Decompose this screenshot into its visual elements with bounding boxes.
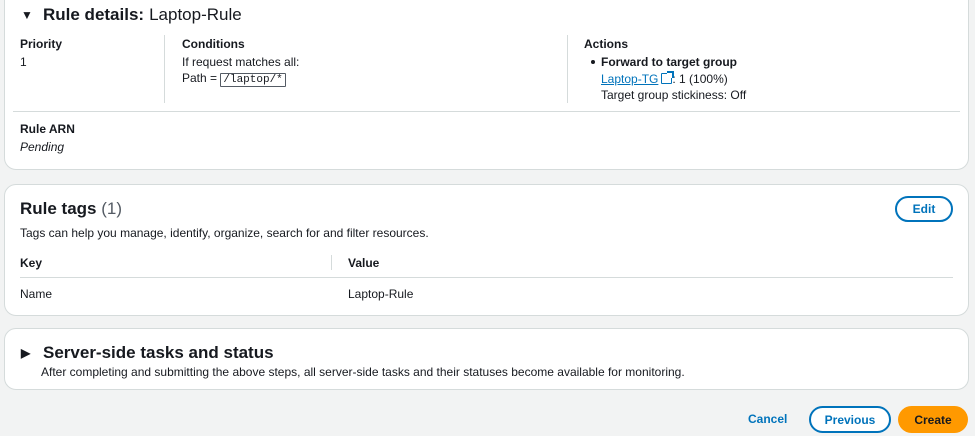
arn-value: Pending xyxy=(20,140,65,154)
divider xyxy=(13,111,960,112)
server-side-title: Server-side tasks and status xyxy=(43,343,274,362)
bullet-icon xyxy=(591,60,595,64)
server-side-toggle[interactable]: ▶ Server-side tasks and status xyxy=(21,343,274,363)
rule-details-panel: ▼ Rule details: Laptop-Rule Priority 1 C… xyxy=(4,0,969,170)
conditions-line: If request matches all: xyxy=(182,55,300,69)
rule-tags-description: Tags can help you manage, identify, orga… xyxy=(20,226,429,240)
priority-value: 1 xyxy=(20,55,27,69)
column-divider xyxy=(567,35,568,103)
actions-forward-text: Forward to target group xyxy=(601,55,737,69)
tag-key-cell: Name xyxy=(20,287,53,301)
previous-button[interactable]: Previous xyxy=(809,406,891,433)
tag-value-cell: Laptop-Rule xyxy=(348,287,414,301)
actions-stickiness: Target group stickiness: Off xyxy=(601,88,747,102)
edit-tags-button[interactable]: Edit xyxy=(895,196,953,222)
cancel-button[interactable]: Cancel xyxy=(748,412,787,426)
rule-details-toggle[interactable]: ▼ Rule details: Laptop-Rule xyxy=(21,5,242,25)
server-side-panel: ▶ Server-side tasks and status After com… xyxy=(4,328,969,390)
arn-label: Rule ARN xyxy=(20,122,75,136)
rule-tags-panel: Rule tags (1) Edit Tags can help you man… xyxy=(4,184,969,316)
caret-down-icon: ▼ xyxy=(21,8,33,22)
path-label: Path = xyxy=(182,71,218,85)
conditions-label: Conditions xyxy=(182,37,245,51)
server-side-description: After completing and submitting the abov… xyxy=(41,365,685,379)
rule-tags-count: (1) xyxy=(101,199,123,218)
external-link-icon[interactable] xyxy=(661,71,675,84)
priority-label: Priority xyxy=(20,37,63,51)
column-header-value: Value xyxy=(348,256,380,270)
rule-tags-heading: Rule tags (1) xyxy=(20,199,122,219)
rule-details-title-prefix: Rule details: xyxy=(43,5,145,24)
column-resizer[interactable] xyxy=(331,255,332,270)
column-divider xyxy=(164,35,165,103)
path-value: /laptop/* xyxy=(220,73,286,87)
caret-right-icon: ▶ xyxy=(21,346,31,360)
create-button[interactable]: Create xyxy=(898,406,968,433)
actions-target-group: Laptop-TG : 1 (100%) xyxy=(601,71,728,86)
rule-tags-title: Rule tags xyxy=(20,199,97,218)
column-header-key: Key xyxy=(20,256,43,270)
actions-label: Actions xyxy=(584,37,629,51)
table-header-divider xyxy=(20,277,953,278)
target-group-weight: : 1 (100%) xyxy=(672,72,728,86)
actions-forward: Forward to target group xyxy=(591,55,737,69)
conditions-path: Path = /laptop/* xyxy=(182,71,286,87)
rule-details-title-name: Laptop-Rule xyxy=(149,5,242,24)
target-group-link[interactable]: Laptop-TG xyxy=(601,72,658,86)
